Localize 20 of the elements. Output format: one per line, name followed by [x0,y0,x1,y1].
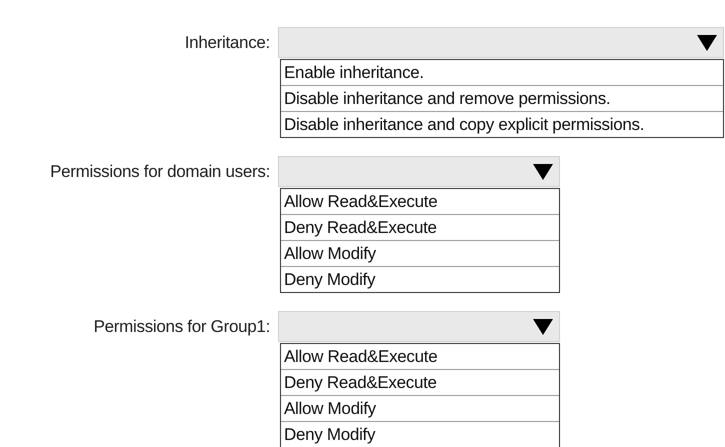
dropdown-option[interactable]: Deny Read&Execute [281,214,559,240]
dropdown-arrow-icon [533,318,553,334]
dropdown-option[interactable]: Enable inheritance. [281,60,723,85]
dropdown-arrow-icon [533,164,553,180]
dropdown-option[interactable]: Deny Modify [281,266,559,292]
dropdown-arrow-icon [697,34,717,50]
dropdown-option[interactable]: Deny Modify [281,421,559,447]
dropdown-option[interactable]: Disable inheritance and remove permissions. [281,85,723,111]
dropdown[interactable] [278,156,560,187]
dropdown-option[interactable]: Disable inheritance and copy explicit permissions. [281,111,723,137]
dropdown[interactable] [278,27,724,58]
dropdown-option[interactable]: Deny Read&Execute [281,369,559,395]
field-label: Inheritance: [184,32,270,54]
field-label: Permissions for Group1: [92,316,270,338]
dropdown-option[interactable]: Allow Read&Execute [281,189,559,214]
dropdown[interactable] [278,311,560,342]
dropdown-option[interactable]: Allow Modify [281,240,559,266]
dropdown-option[interactable]: Allow Modify [281,395,559,421]
field-label: Permissions for domain users: [49,161,270,183]
dropdown-option[interactable]: Allow Read&Execute [281,344,559,369]
